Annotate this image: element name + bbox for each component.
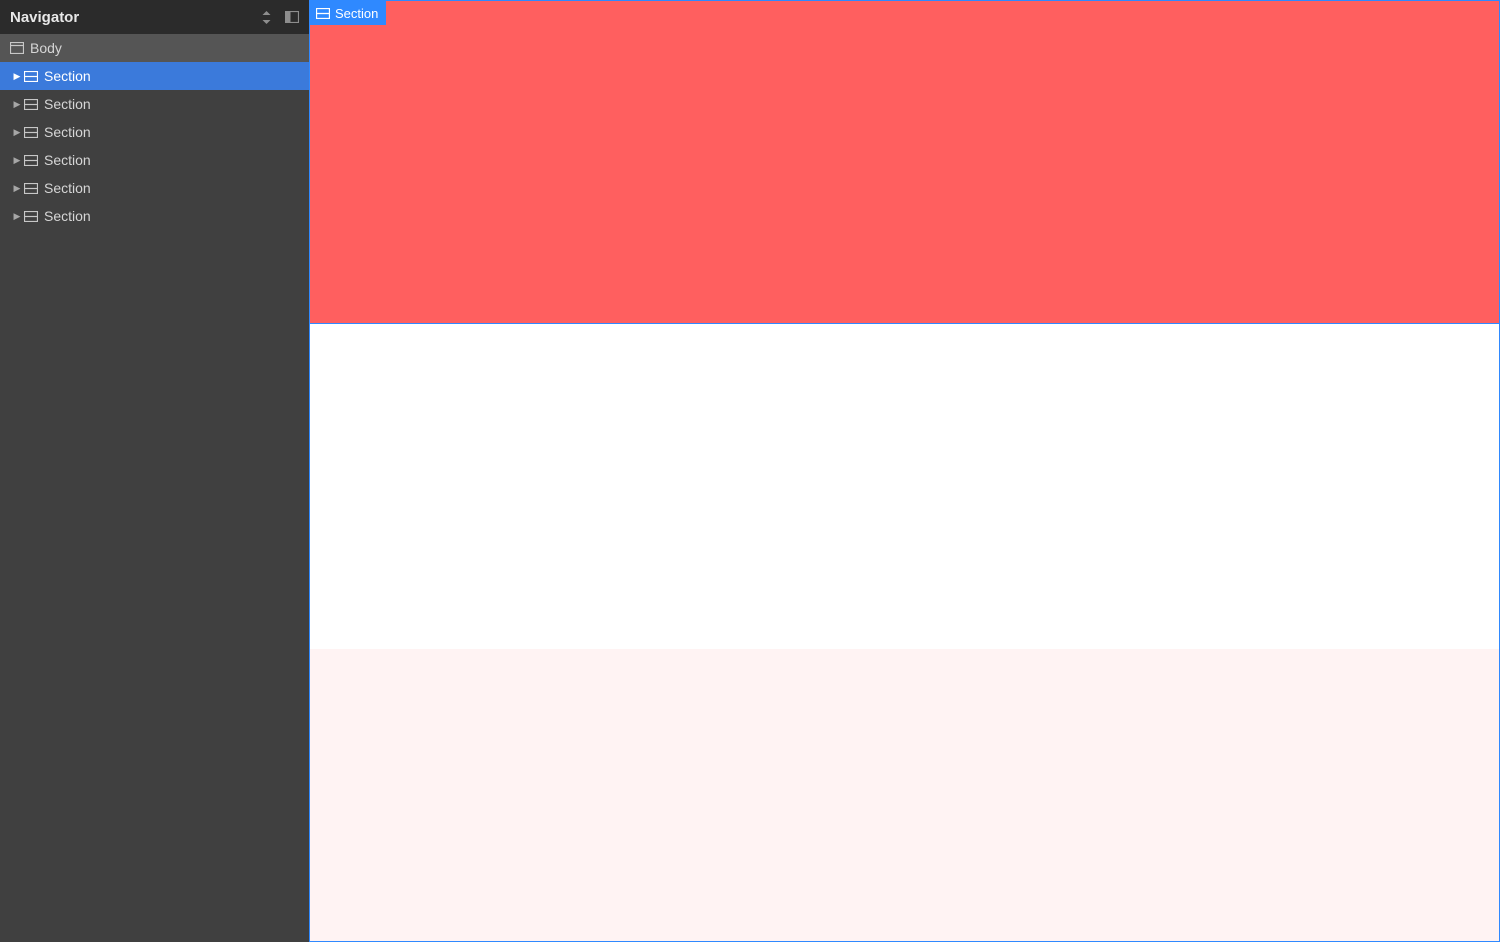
expand-icon[interactable]: ▶ bbox=[12, 155, 22, 166]
tree-section-label: Section bbox=[44, 208, 91, 224]
section-icon bbox=[24, 211, 38, 222]
app-root: Navigator bbox=[0, 0, 1500, 942]
section-icon bbox=[24, 183, 38, 194]
tree-section-label: Section bbox=[44, 124, 91, 140]
navigator-header: Navigator bbox=[0, 0, 309, 34]
expand-icon[interactable]: ▶ bbox=[12, 71, 22, 82]
expand-icon[interactable]: ▶ bbox=[12, 127, 22, 138]
section-icon bbox=[24, 155, 38, 166]
selection-label-text: Section bbox=[335, 6, 378, 21]
tree-section-label: Section bbox=[44, 152, 91, 168]
tree-section-label: Section bbox=[44, 96, 91, 112]
canvas-section-2[interactable] bbox=[310, 649, 1499, 941]
tree-section-label: Section bbox=[44, 68, 91, 84]
panel-toggle-icon[interactable] bbox=[285, 11, 299, 23]
expand-icon[interactable]: ▶ bbox=[12, 183, 22, 194]
canvas-sections: Section bbox=[310, 1, 1499, 941]
tree-section-row-1[interactable]: ▶ Section bbox=[0, 90, 309, 118]
selection-label-tab[interactable]: Section bbox=[310, 1, 386, 25]
canvas-section-1[interactable] bbox=[310, 324, 1499, 649]
collapse-all-icon[interactable] bbox=[260, 11, 273, 24]
expand-icon[interactable]: ▶ bbox=[12, 211, 22, 222]
navigator-tree: Body ▶ Section ▶ bbox=[0, 34, 309, 942]
tree-section-row-5[interactable]: ▶ Section bbox=[0, 202, 309, 230]
section-icon bbox=[316, 8, 330, 19]
tree-section-row-2[interactable]: ▶ Section bbox=[0, 118, 309, 146]
tree-section-row-4[interactable]: ▶ Section bbox=[0, 174, 309, 202]
section-icon bbox=[24, 99, 38, 110]
expand-icon[interactable]: ▶ bbox=[12, 99, 22, 110]
navigator-panel: Navigator bbox=[0, 0, 309, 942]
navigator-header-actions bbox=[260, 11, 299, 24]
body-icon bbox=[10, 42, 24, 54]
tree-section-row-0[interactable]: ▶ Section bbox=[0, 62, 309, 90]
tree-section-row-3[interactable]: ▶ Section bbox=[0, 146, 309, 174]
tree-body-row[interactable]: Body bbox=[0, 34, 309, 62]
navigator-title: Navigator bbox=[10, 9, 79, 26]
section-icon bbox=[24, 71, 38, 82]
canvas[interactable]: Section bbox=[309, 0, 1500, 942]
tree-section-label: Section bbox=[44, 180, 91, 196]
section-icon bbox=[24, 127, 38, 138]
tree-body-label: Body bbox=[30, 40, 62, 56]
canvas-section-0[interactable]: Section bbox=[310, 1, 1499, 324]
